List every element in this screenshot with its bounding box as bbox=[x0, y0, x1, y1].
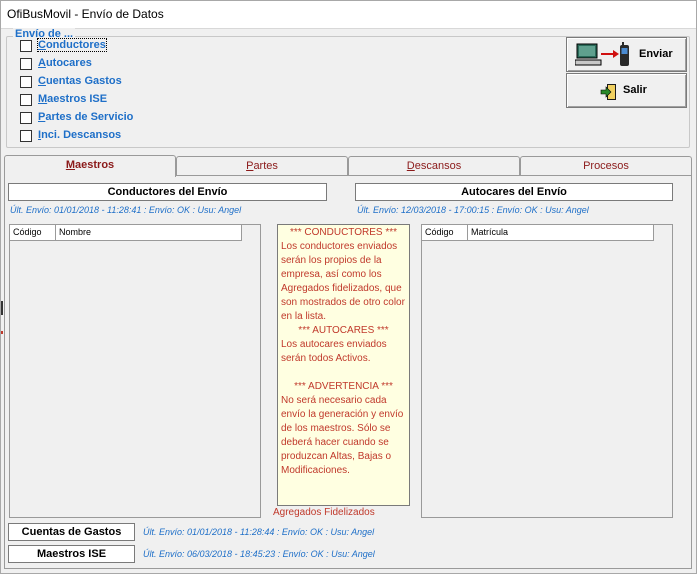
note-advertencia-body: No será necesario cada envío la generaci… bbox=[281, 395, 404, 476]
salir-label[interactable]: Salir bbox=[623, 85, 647, 96]
conductores-header: Conductores del Envío bbox=[8, 183, 327, 201]
checkbox-box[interactable] bbox=[20, 94, 32, 106]
tab-maestros[interactable]: Maestros bbox=[4, 155, 176, 177]
checkbox-label[interactable]: Maestros ISE bbox=[38, 93, 107, 105]
computer-to-phone-icon bbox=[575, 42, 629, 66]
checkbox-box[interactable] bbox=[20, 112, 32, 124]
checkbox-box[interactable] bbox=[20, 130, 32, 142]
tab-strip: Maestros Partes Descansos Procesos bbox=[4, 155, 692, 177]
checkbox-box[interactable] bbox=[20, 58, 32, 70]
tab-partes[interactable]: Partes bbox=[176, 156, 348, 176]
maestros-ise-button[interactable]: Maestros ISE bbox=[8, 545, 135, 563]
tab-panel-maestros: Conductores del Envío Últ. Envío: 01/01/… bbox=[4, 175, 692, 569]
column-header-nombre[interactable]: Nombre bbox=[56, 225, 242, 241]
note-advertencia-head: *** ADVERTENCIA *** bbox=[294, 381, 393, 392]
exit-door-icon bbox=[600, 84, 616, 100]
note-conductores-head: *** CONDUCTORES *** bbox=[289, 227, 398, 238]
note-autocares-body: Los autocares enviados serán todos Activ… bbox=[281, 339, 387, 364]
maestros-ise-status: Últ. Envío: 06/03/2018 - 18:45:23 : Enví… bbox=[143, 549, 375, 559]
window-title: OfiBusMovil - Envío de Datos bbox=[7, 7, 164, 21]
column-header-matricula[interactable]: Matrícula bbox=[468, 225, 654, 241]
main-window: OfiBusMovil - Envío de Datos Envío de ..… bbox=[0, 0, 697, 574]
conductores-status: Últ. Envío: 01/01/2018 - 11:28:41 : Enví… bbox=[10, 205, 242, 215]
tab-procesos[interactable]: Procesos bbox=[520, 156, 692, 176]
autocares-header: Autocares del Envío bbox=[355, 183, 673, 201]
column-header-codigo[interactable]: Código bbox=[422, 225, 468, 241]
column-header-codigo[interactable]: Código bbox=[10, 225, 56, 241]
cuentas-gastos-button[interactable]: Cuentas de Gastos bbox=[8, 523, 135, 541]
info-note: *** CONDUCTORES *** Los conductores envi… bbox=[277, 224, 410, 506]
cuentas-gastos-status: Últ. Envío: 01/01/2018 - 11:28:44 : Enví… bbox=[143, 527, 375, 537]
checkbox-label[interactable]: Inci. Descansos bbox=[38, 129, 121, 141]
salir-button[interactable]: Salir bbox=[566, 73, 687, 108]
note-conductores-body: Los conductores enviados serán los propi… bbox=[281, 241, 405, 322]
tab-descansos[interactable]: Descansos bbox=[348, 156, 520, 176]
title-bar: OfiBusMovil - Envío de Datos bbox=[1, 1, 696, 29]
checkbox-label[interactable]: Autocares bbox=[38, 57, 92, 69]
checkbox-label[interactable]: Cuentas Gastos bbox=[38, 75, 122, 87]
checkbox-box[interactable] bbox=[20, 76, 32, 88]
enviar-label[interactable]: Enviar bbox=[639, 49, 673, 60]
enviar-button[interactable]: Enviar bbox=[566, 37, 687, 72]
autocares-list[interactable]: Código Matrícula bbox=[421, 224, 673, 518]
conductores-list[interactable]: Código Nombre bbox=[9, 224, 261, 518]
checkbox-label[interactable]: Conductores bbox=[37, 38, 107, 52]
checkbox-box[interactable] bbox=[20, 40, 32, 52]
note-autocares-head: *** AUTOCARES *** bbox=[298, 325, 389, 336]
autocares-status: Últ. Envío: 12/03/2018 - 17:00:15 : Enví… bbox=[357, 205, 589, 215]
edge-marker bbox=[1, 301, 3, 315]
agregados-label: Agregados Fidelizados bbox=[273, 507, 375, 518]
edge-marker bbox=[1, 331, 3, 334]
checkbox-label[interactable]: Partes de Servicio bbox=[38, 111, 133, 123]
